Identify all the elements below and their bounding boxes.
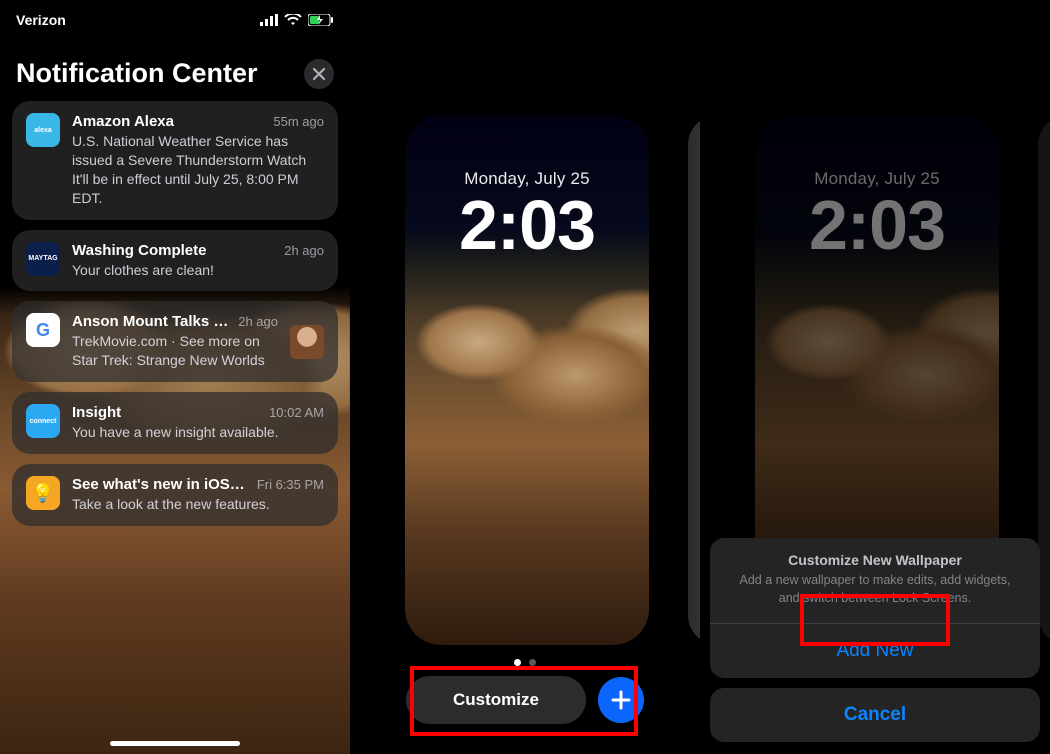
sheet-title: Customize New Wallpaper: [728, 552, 1022, 568]
notification-list[interactable]: alexa Amazon Alexa 55m ago U.S. National We…: [0, 101, 350, 526]
add-new-button[interactable]: Add New: [710, 624, 1040, 678]
close-icon: [312, 67, 326, 81]
notification-card[interactable]: 💡 See what's new in iOS 16 Fri 6:35 PM Take…: [12, 464, 338, 526]
wallpaper-rocks: [405, 265, 649, 485]
app-icon: alexa: [26, 113, 60, 147]
notification-title: Amazon Alexa: [72, 113, 174, 130]
app-icon: connect: [26, 404, 60, 438]
page-dot: [529, 659, 536, 666]
app-icon: MAYTAG: [26, 242, 60, 276]
customize-button-label: Customize: [453, 690, 539, 710]
sheet-header: Customize New Wallpaper Add a new wallpa…: [710, 538, 1040, 624]
notification-title: Insight: [72, 404, 121, 421]
notification-message: U.S. National Weather Service has issued…: [72, 132, 324, 208]
status-bar: Verizon: [0, 0, 350, 34]
notification-message: Your clothes are clean!: [72, 261, 324, 280]
notification-message: You have a new insight available.: [72, 423, 324, 442]
lock-time: 2:03: [405, 185, 649, 265]
plus-icon: [610, 689, 632, 711]
notification-center-title: Notification Center: [16, 58, 258, 89]
status-icons: [260, 14, 334, 26]
add-wallpaper-button[interactable]: [598, 677, 644, 723]
notification-message: TrekMovie.com · See more on Star Trek: S…: [72, 332, 278, 370]
battery-charging-icon: [308, 14, 334, 26]
page-dots: [350, 659, 700, 666]
notification-time: Fri 6:35 PM: [257, 477, 324, 492]
notification-time: 10:02 AM: [269, 405, 324, 420]
next-lockscreen-peek[interactable]: [688, 115, 700, 645]
notification-time: 2h ago: [284, 243, 324, 258]
app-icon: 💡: [26, 476, 60, 510]
notification-card[interactable]: alexa Amazon Alexa 55m ago U.S. National We…: [12, 101, 338, 220]
notification-card[interactable]: MAYTAG Washing Complete 2h ago Your clothes…: [12, 230, 338, 292]
add-new-label: Add New: [836, 640, 913, 662]
page-dot: [514, 659, 521, 666]
notification-title: Washing Complete: [72, 242, 206, 259]
panel-notification-center: Verizon Notification Center: [0, 0, 350, 754]
notification-card[interactable]: connect Insight 10:02 AM You have a new ins…: [12, 392, 338, 454]
signal-icon: [260, 14, 278, 26]
carrier-label: Verizon: [16, 12, 66, 28]
home-indicator[interactable]: [110, 741, 240, 746]
wifi-icon: [284, 14, 302, 26]
panel-customize-sheet: Monday, July 25 2:03 Customize New Wallp…: [700, 0, 1050, 754]
cancel-button[interactable]: Cancel: [710, 688, 1040, 742]
notification-message: Take a look at the new features.: [72, 495, 324, 514]
panel-lockscreen-gallery: Monday, July 25 2:03 Customize: [350, 0, 700, 754]
notification-thumbnail: [290, 325, 324, 359]
app-icon: G: [26, 313, 60, 347]
notification-time: 2h ago: [238, 314, 278, 329]
close-button[interactable]: [304, 59, 334, 89]
notification-title: See what's new in iOS 16: [72, 476, 249, 493]
notification-title: Anson Mount Talks Pike's Futur...: [72, 313, 230, 330]
sheet-subtitle: Add a new wallpaper to make edits, add w…: [728, 572, 1022, 607]
lockscreen-preview[interactable]: Monday, July 25 2:03: [405, 115, 649, 645]
notification-card[interactable]: G Anson Mount Talks Pike's Futur... 2h ago…: [12, 301, 338, 382]
cancel-label: Cancel: [844, 704, 906, 726]
notification-time: 55m ago: [273, 114, 324, 129]
customize-button[interactable]: Customize: [406, 676, 586, 724]
action-sheet: Customize New Wallpaper Add a new wallpa…: [710, 538, 1040, 742]
